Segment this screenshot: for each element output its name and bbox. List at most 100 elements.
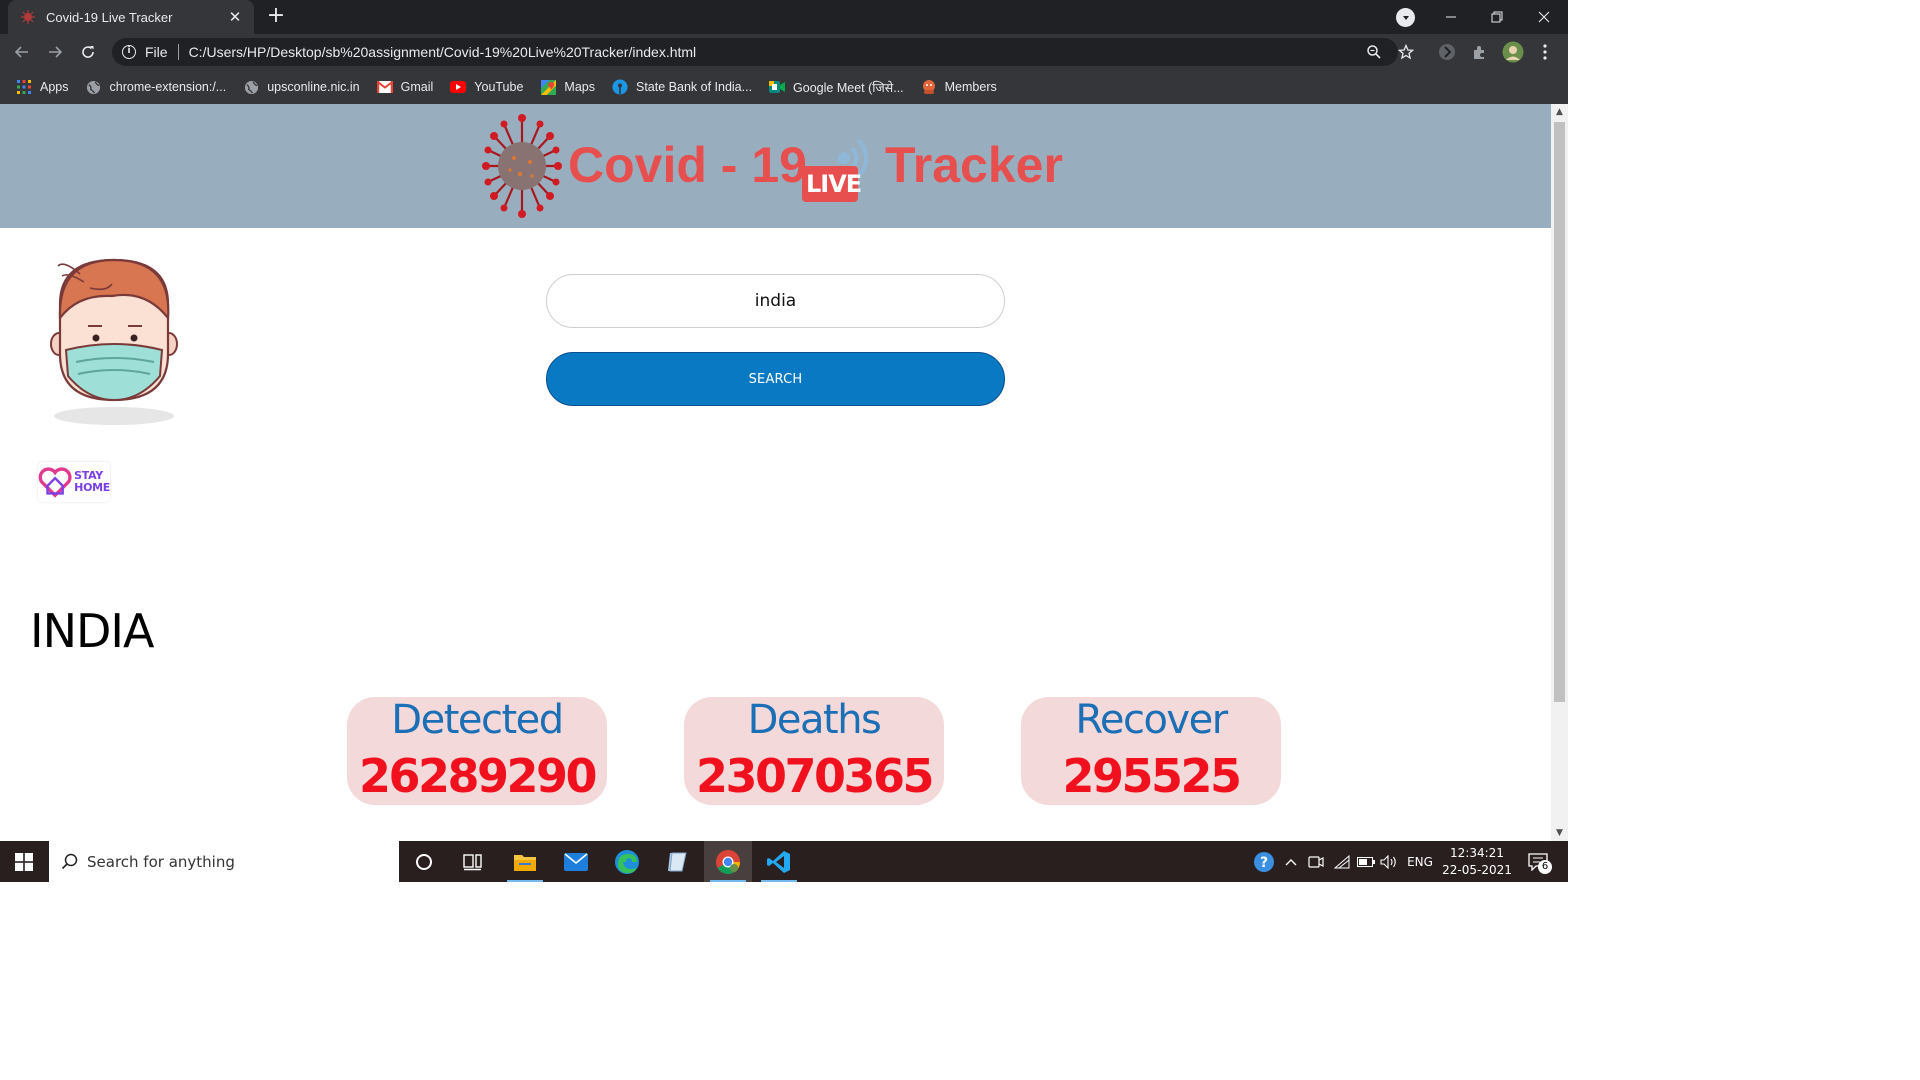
- taskbar-clock[interactable]: 12:34:21 22-05-2021: [1440, 845, 1514, 879]
- extensions-puzzle-icon[interactable]: [1470, 42, 1490, 62]
- meet-now-tray-button[interactable]: [1306, 851, 1326, 873]
- network-tray-button[interactable]: [1331, 851, 1353, 873]
- bookmark-members[interactable]: Members: [921, 79, 997, 95]
- help-question-icon: ?: [1254, 852, 1274, 872]
- globe-icon: [243, 79, 259, 95]
- stat-card-recover: Recover 295525: [1021, 697, 1281, 805]
- vscode-button[interactable]: [755, 841, 803, 882]
- new-tab-button[interactable]: +: [264, 5, 288, 29]
- minimize-icon: [1446, 16, 1456, 18]
- tab-close-icon[interactable]: ✕: [226, 8, 244, 26]
- notepad-button[interactable]: [653, 841, 701, 882]
- bookmark-label: chrome-extension:/...: [109, 80, 227, 94]
- country-search-input[interactable]: [546, 274, 1005, 328]
- tab-search-button[interactable]: [1396, 8, 1415, 27]
- edge-button[interactable]: [603, 841, 651, 882]
- bookmark-label: Gmail: [400, 80, 434, 94]
- bookmark-youtube[interactable]: YouTube: [450, 79, 523, 95]
- meet-now-icon: [1308, 856, 1324, 868]
- vertical-scrollbar[interactable]: ▲ ▼: [1551, 104, 1568, 841]
- coronavirus-logo-icon: [482, 114, 562, 218]
- gmail-icon: [376, 79, 393, 95]
- mail-button[interactable]: [552, 841, 600, 882]
- sbi-icon: [612, 79, 628, 95]
- task-view-button[interactable]: [449, 841, 497, 882]
- chrome-icon: [716, 849, 740, 874]
- speaker-icon: [1380, 855, 1396, 869]
- notepad-icon: [668, 852, 687, 871]
- stat-card-deaths: Deaths 23070365: [684, 697, 944, 805]
- youtube-icon: [450, 79, 467, 95]
- stat-label: Recover: [1075, 697, 1228, 743]
- url-text[interactable]: C:/Users/HP/Desktop/sb%20assignment/Covi…: [189, 44, 697, 60]
- cortana-button[interactable]: [400, 841, 448, 882]
- stat-value: 295525: [1062, 749, 1242, 803]
- back-button[interactable]: [10, 40, 34, 64]
- minimize-button[interactable]: [1428, 0, 1474, 34]
- start-button[interactable]: [0, 841, 48, 882]
- reload-icon: [82, 46, 94, 58]
- apps-grid-icon: [16, 79, 32, 95]
- chrome-button[interactable]: [704, 841, 752, 882]
- tab-title: Covid-19 Live Tracker: [46, 9, 173, 25]
- volume-tray-button[interactable]: [1378, 851, 1400, 873]
- bookmark-apps[interactable]: Apps: [16, 79, 69, 95]
- country-title: INDIA: [30, 604, 154, 658]
- heart-house-icon: [38, 467, 72, 498]
- browser-menu-button[interactable]: [1533, 40, 1557, 64]
- bookmark-chrome-extension[interactable]: chrome-extension:/...: [86, 79, 227, 95]
- live-badge-text: LIVE: [806, 170, 862, 198]
- scroll-down-arrow-icon[interactable]: ▼: [1551, 825, 1568, 841]
- address-bar[interactable]: i File C:/Users/HP/Desktop/sb%20assignme…: [112, 38, 1414, 66]
- action-center-button[interactable]: 6: [1524, 851, 1552, 874]
- input-language[interactable]: ENG: [1404, 851, 1436, 873]
- bookmark-sbi[interactable]: State Bank of India...: [612, 79, 752, 95]
- folder-icon: [514, 854, 536, 871]
- restore-button[interactable]: [1474, 0, 1520, 34]
- arrow-right-icon: [49, 46, 63, 58]
- extension-circle-icon[interactable]: [1437, 42, 1457, 62]
- cortana-circle-icon: [416, 853, 432, 870]
- stat-value: 23070365: [695, 749, 935, 803]
- file-explorer-button[interactable]: [501, 841, 549, 882]
- search-button[interactable]: SEARCH: [546, 352, 1005, 406]
- browser-tab-strip: Covid-19 Live Tracker ✕ +: [0, 0, 1568, 34]
- zoom-icon[interactable]: [1366, 44, 1382, 60]
- stat-card-detected: Detected 26289290: [347, 697, 607, 805]
- bookmark-gmail[interactable]: Gmail: [376, 79, 434, 95]
- stay-home-badge: STAY HOME: [38, 462, 110, 502]
- bookmark-upsconline[interactable]: upsconline.nic.in: [243, 79, 360, 95]
- profile-avatar-icon[interactable]: [1502, 41, 1524, 63]
- wifi-icon: [1334, 855, 1350, 869]
- show-hidden-icons-button[interactable]: [1282, 851, 1300, 873]
- reload-button[interactable]: [76, 40, 100, 64]
- site-header: Covid - 19 LIVE Tracker: [0, 104, 1551, 228]
- scroll-up-arrow-icon[interactable]: ▲: [1551, 104, 1568, 120]
- taskbar-search-box[interactable]: Search for anything: [49, 841, 399, 882]
- logo-text-covid: Covid - 19: [568, 137, 807, 193]
- bookmark-label: Apps: [40, 80, 69, 94]
- forward-button[interactable]: [43, 40, 67, 64]
- maps-icon: [540, 79, 556, 95]
- scrollbar-thumb[interactable]: [1554, 122, 1565, 702]
- browser-toolbar: i File C:/Users/HP/Desktop/sb%20assignme…: [0, 34, 1568, 70]
- chevron-up-icon: [1285, 859, 1297, 866]
- restore-icon: [1491, 11, 1503, 23]
- bookmark-google-meet[interactable]: Google Meet (जिसे...: [769, 79, 904, 96]
- omnibox-divider: [177, 44, 179, 60]
- bookmark-label: YouTube: [474, 80, 524, 94]
- bookmark-label: Maps: [564, 80, 595, 94]
- virus-favicon-icon: [21, 10, 35, 24]
- bookmark-maps[interactable]: Maps: [540, 79, 595, 95]
- meet-icon: [769, 79, 786, 95]
- chevron-down-icon: [1402, 15, 1409, 20]
- help-tray-button[interactable]: ?: [1251, 851, 1277, 873]
- battery-tray-button[interactable]: [1355, 851, 1377, 873]
- windows-logo-icon: [15, 852, 33, 871]
- mail-icon: [564, 852, 588, 871]
- bookmark-star-icon[interactable]: [1398, 44, 1414, 60]
- close-window-button[interactable]: [1521, 0, 1567, 34]
- masked-man-avatar: [50, 258, 178, 425]
- browser-tab[interactable]: Covid-19 Live Tracker ✕: [8, 0, 254, 34]
- site-info-icon[interactable]: i: [122, 45, 136, 59]
